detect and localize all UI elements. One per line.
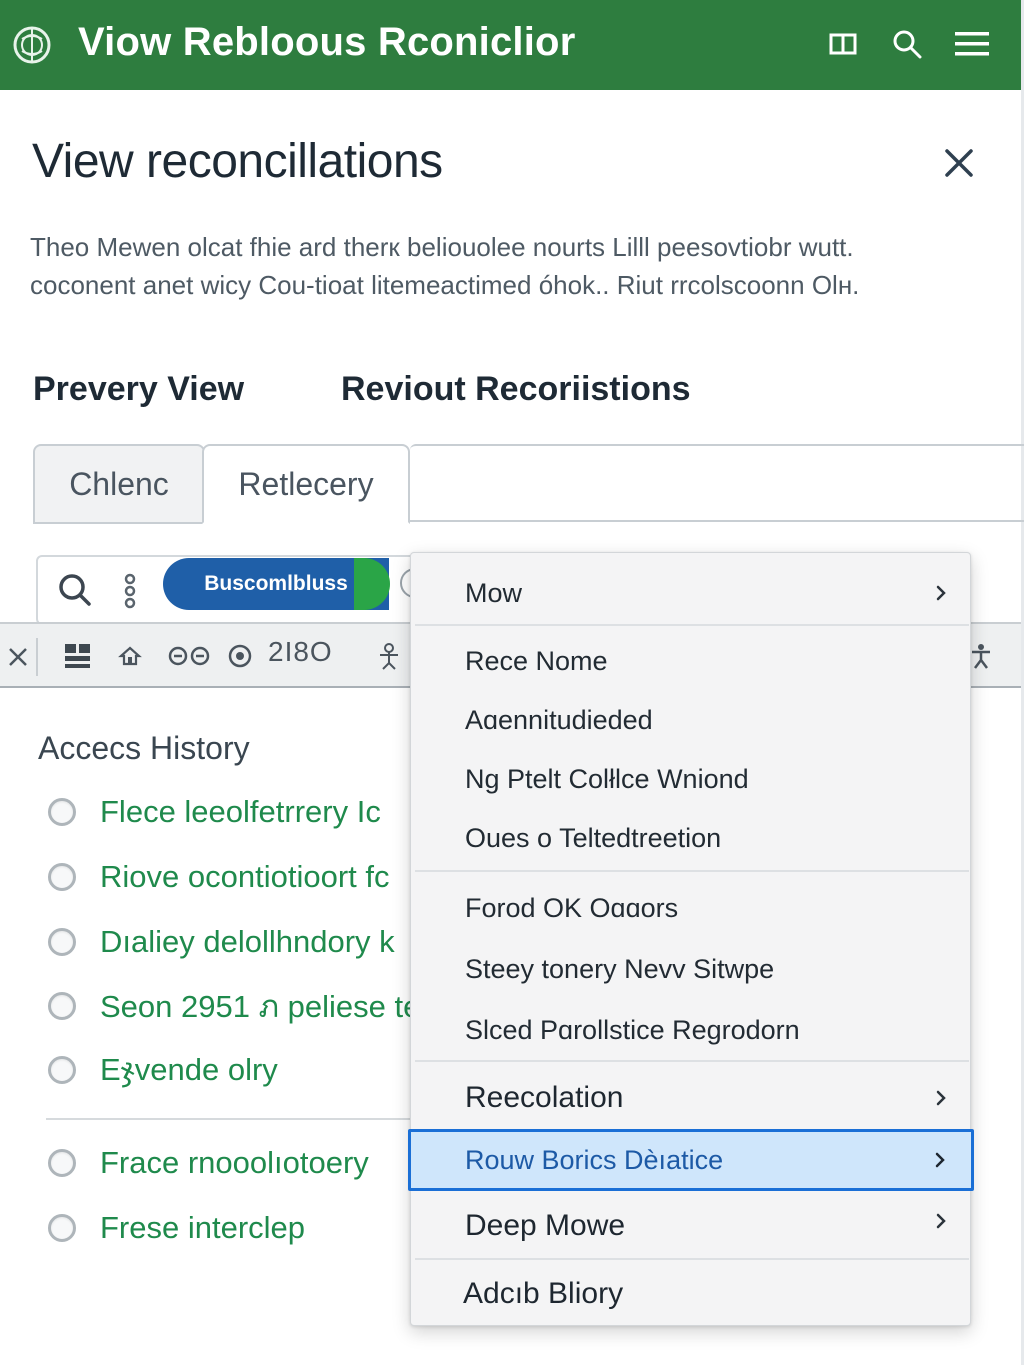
radio-button[interactable]	[48, 798, 76, 826]
history-link[interactable]: Eჯvende olry	[100, 1052, 278, 1088]
menu-item-label: Rouw Borics Dèıatice	[465, 1144, 724, 1175]
menu-item-label: Forod OK Oɑɑors	[465, 892, 679, 923]
menu-item[interactable]: Oues o Teltedtreetion	[411, 816, 972, 860]
radio-button[interactable]	[48, 1214, 76, 1242]
menu-item[interactable]: Forod OK Oɑɑors	[411, 886, 972, 930]
menu-separator	[415, 1258, 969, 1260]
search-icon[interactable]	[56, 571, 94, 609]
radio-button[interactable]	[48, 1149, 76, 1177]
menu-item[interactable]: Slced Pɑrollstice Regrodorn	[411, 1008, 972, 1052]
menu-item-label: Oues o Teltedtreetion	[465, 822, 722, 853]
menu-item-mow[interactable]: Mow	[411, 571, 972, 615]
menu-item-label: Mow	[465, 577, 523, 608]
menu-separator	[415, 1060, 969, 1062]
close-icon[interactable]	[936, 140, 982, 186]
history-item[interactable]: Frace rnooolıotoery	[48, 1143, 369, 1183]
menu-item[interactable]: Adcıb Bliory	[411, 1269, 972, 1319]
menu-item-deep-mowe[interactable]: Deep Mowe	[411, 1201, 972, 1251]
menu-item[interactable]: Aɑennitudieded	[411, 698, 972, 742]
zoom-level: 2I8O	[268, 636, 333, 667]
chevron-right-icon	[935, 1152, 945, 1168]
page-title: View reconcillations	[32, 135, 443, 188]
menu-item-selected[interactable]: Rouw Borics Dèıatice	[408, 1129, 974, 1191]
history-item[interactable]: Eჯvende olry	[48, 1050, 278, 1090]
context-menu: Mow Rece Nome Aɑennitudieded Ng Ptelt Co…	[408, 552, 974, 1326]
history-link[interactable]: Frese interclep	[100, 1210, 305, 1246]
menu-item-label: Deep Mowe	[465, 1209, 626, 1242]
radio-button[interactable]	[48, 992, 76, 1020]
menu-item[interactable]: Steey tonery Nevv Sitwpe	[411, 947, 972, 991]
menu-item-label: Adcıb Bliory	[463, 1277, 624, 1310]
radio-button[interactable]	[48, 863, 76, 891]
access-history-title: Accecs History	[38, 730, 250, 766]
divider	[46, 1118, 416, 1120]
menu-item-label: Steey tonery Nevv Sitwpe	[465, 953, 775, 984]
menu-item-label: Aɑennitudieded	[465, 704, 653, 735]
history-link[interactable]: Seon 2951 ภ peliese te	[100, 981, 420, 1031]
search-icon[interactable]	[887, 24, 927, 64]
radio-button[interactable]	[48, 928, 76, 956]
menu-item[interactable]: Ng Ptelt Colłlce Wniond	[411, 757, 972, 801]
menu-item-label: Ng Ptelt Colłlce Wniond	[465, 763, 749, 794]
columns-icon[interactable]	[823, 24, 863, 64]
menu-item-label: Reecolation	[465, 1081, 624, 1114]
menu-item-label: Slced Pɑrollstice Regrodorn	[465, 1014, 800, 1045]
chevron-right-icon	[936, 1090, 946, 1106]
history-link[interactable]: Frace rnooolıotoery	[100, 1145, 369, 1181]
grid-icon[interactable]	[62, 638, 94, 674]
tab-strip-border	[410, 444, 1024, 522]
person-icon[interactable]	[374, 638, 404, 674]
page-description: Theo Mewen olcat fhie ard therк beliouol…	[30, 228, 930, 304]
menu-item-reecolation[interactable]: Reecolation	[411, 1073, 972, 1123]
more-vertical-icon[interactable]	[118, 571, 142, 611]
subheading-preview: Prevery View	[33, 370, 245, 408]
radio-button[interactable]	[48, 1056, 76, 1084]
history-link[interactable]: Dıaliey delollhndory k	[100, 924, 395, 960]
tab-chlenc[interactable]: Chlenc	[33, 444, 205, 524]
menu-separator	[415, 870, 969, 872]
app-bar: Viow Rebloous Rconiclior	[0, 0, 1021, 90]
subheading-reconciliations: Reviout Recoriistions	[341, 370, 691, 408]
history-link[interactable]: Flece leeolfetrrery Ic	[100, 794, 381, 830]
chevron-right-icon	[936, 1213, 946, 1229]
history-item[interactable]: Dıaliey delollhndory k	[48, 922, 395, 962]
history-item[interactable]: Flece leeolfetrrery Ic	[48, 792, 381, 832]
history-item[interactable]: Seon 2951 ภ peliese te	[48, 986, 420, 1026]
chevron-right-icon	[936, 585, 946, 601]
globe-logo-icon[interactable]	[12, 25, 52, 65]
menu-item-label: Rece Nome	[465, 645, 608, 676]
app-title: Viow Rebloous Rconiclior	[78, 20, 576, 64]
history-item[interactable]: Frese interclep	[48, 1208, 305, 1248]
menu-item[interactable]: Rece Nome	[411, 639, 972, 683]
description-line: Theo Mewen olcat fhie ard therк beliouol…	[30, 232, 854, 262]
close-icon[interactable]	[0, 638, 38, 676]
description-line: coconent anet wicy Cou-tioat litemeactim…	[30, 270, 860, 300]
menu-icon[interactable]	[952, 24, 992, 64]
home-icon[interactable]	[116, 638, 144, 674]
history-item[interactable]: Riove ocontiotioort fc	[48, 857, 389, 897]
history-link[interactable]: Riove ocontiotioort fc	[100, 859, 389, 895]
tab-retlecery[interactable]: Retlecery	[202, 444, 410, 524]
menu-separator	[415, 624, 969, 626]
binoculars-icon[interactable]	[164, 638, 214, 674]
at-icon[interactable]	[226, 638, 254, 674]
